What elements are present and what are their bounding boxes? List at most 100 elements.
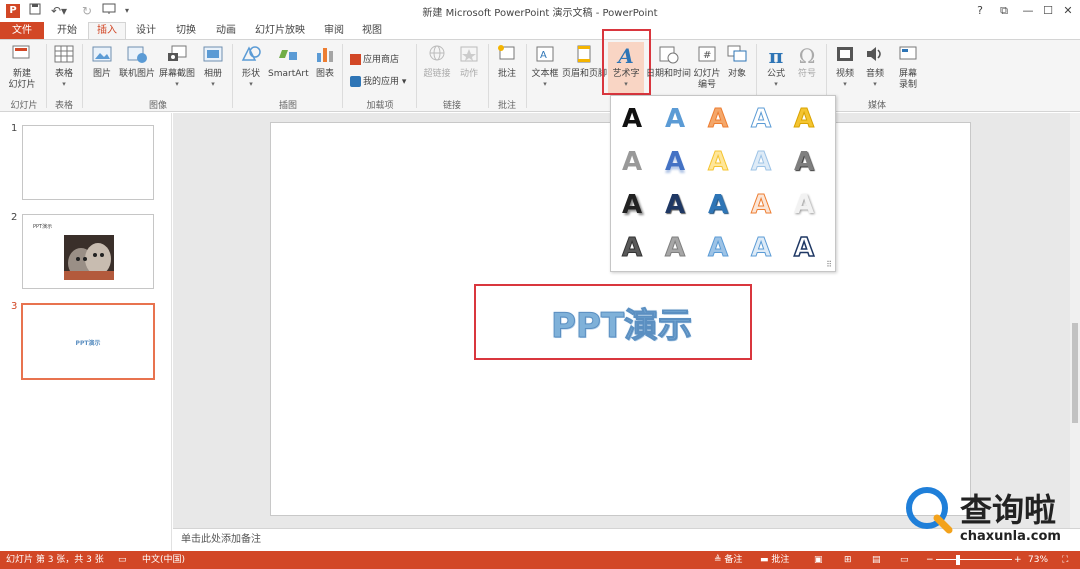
wordart-style-7[interactable]: A <box>660 147 690 177</box>
svg-text:A: A <box>540 50 547 61</box>
slide-thumbnail-3[interactable]: PPT演示 <box>21 303 155 380</box>
app-store-button[interactable]: 应用商店 <box>350 52 399 65</box>
wordart-style-3[interactable]: A <box>703 104 733 135</box>
zoom-slider-thumb[interactable] <box>956 555 960 565</box>
group-label-media: 媒体 <box>867 101 886 111</box>
divider <box>526 44 527 108</box>
screen-recording-button[interactable]: 屏幕 录制 <box>894 44 922 91</box>
table-button[interactable]: 表格 ▾ <box>50 44 78 88</box>
wordart-style-15[interactable]: A <box>789 190 819 220</box>
scrollbar-thumb[interactable] <box>1072 323 1078 423</box>
slide-number-button[interactable]: # 幻灯片 编号 <box>692 44 722 91</box>
video-button[interactable]: 视频 ▾ <box>832 44 858 88</box>
wordart-style-5[interactable]: A <box>789 104 819 135</box>
reading-view-icon[interactable]: ▤ <box>872 551 881 569</box>
wordart-style-1[interactable]: A <box>617 104 647 134</box>
smartart-button[interactable]: SmartArt <box>268 44 309 80</box>
zoom-in-button[interactable]: + <box>1014 551 1022 569</box>
resize-grip-icon[interactable]: ⠿ <box>826 260 832 269</box>
spell-check-icon[interactable]: ▭ <box>118 551 127 569</box>
wordart-style-9[interactable]: A <box>746 147 776 178</box>
wordart-style-16[interactable]: A <box>617 233 647 264</box>
store-icon <box>350 54 361 65</box>
header-footer-button[interactable]: 页眉和页脚 <box>562 44 607 80</box>
divider <box>488 44 489 108</box>
wordart-style-18[interactable]: A <box>703 233 733 264</box>
wordart-style-6[interactable]: A <box>617 147 647 177</box>
new-slide-icon <box>11 44 33 66</box>
hyperlink-button[interactable]: 超链接 <box>422 44 452 80</box>
action-button[interactable]: 动作 <box>456 44 482 80</box>
wordart-text[interactable]: PPT演示 <box>550 298 692 347</box>
tab-animations[interactable]: 动画 <box>210 22 242 40</box>
chart-button[interactable]: 图表 <box>312 44 338 80</box>
ribbon-display-options-button[interactable]: ⧉ <box>994 2 1014 20</box>
vertical-scrollbar[interactable] <box>1070 113 1080 528</box>
slide-sorter-icon[interactable]: ⊞ <box>844 551 852 569</box>
slide-number: 2 <box>11 212 18 223</box>
my-apps-icon <box>350 76 361 87</box>
zoom-out-button[interactable]: − <box>926 551 934 569</box>
normal-view-icon[interactable]: ▣ <box>814 551 823 569</box>
title-bar: P ↶▾ ↻ ▾ 新建 Microsoft PowerPoint 演示文稿 - … <box>0 0 1080 22</box>
wordart-style-19[interactable]: A <box>746 233 776 264</box>
zoom-slider[interactable] <box>936 559 1012 560</box>
wordart-style-2[interactable]: A <box>660 104 690 134</box>
wordart-style-20[interactable]: A <box>789 232 819 264</box>
shapes-button[interactable]: 形状 ▾ <box>238 44 264 88</box>
wordart-style-17[interactable]: A <box>660 233 690 264</box>
wordart-gallery: A A A A A A A A A A A A A A A A A A A A … <box>610 95 836 272</box>
tab-review[interactable]: 审阅 <box>318 22 350 40</box>
tab-view[interactable]: 视图 <box>356 22 388 40</box>
notes-toggle-button[interactable]: ≜ 备注 <box>714 551 742 569</box>
close-button[interactable]: ✕ <box>1058 2 1078 20</box>
group-label-comments: 批注 <box>497 101 516 111</box>
tab-home[interactable]: 开始 <box>50 22 84 40</box>
online-picture-button[interactable]: 联机图片 <box>118 44 156 80</box>
language-status[interactable]: 中文(中国) <box>142 551 185 569</box>
wordart-style-8[interactable]: A <box>703 147 733 178</box>
tab-transitions[interactable]: 切换 <box>170 22 202 40</box>
picture-button[interactable]: 图片 <box>88 44 116 80</box>
watermark-url: chaxunla.com <box>960 529 1061 544</box>
slideshow-view-icon[interactable]: ▭ <box>900 551 909 569</box>
watermark-brand: 查询啦 <box>960 491 1057 529</box>
equation-button[interactable]: π 公式 ▾ <box>762 44 790 88</box>
help-button[interactable]: ? <box>970 2 990 20</box>
screenshot-button[interactable]: 屏幕截图 ▾ <box>158 44 196 88</box>
tab-insert[interactable]: 插入 <box>88 22 126 40</box>
wordart-style-14[interactable]: A <box>746 190 776 221</box>
slide-thumbnail-1[interactable] <box>22 125 154 200</box>
slide-thumbnail-2[interactable]: PPT演示 <box>22 214 154 289</box>
wordart-style-11[interactable]: A <box>617 190 647 220</box>
tab-file[interactable]: 文件 <box>0 22 44 40</box>
comments-toggle-button[interactable]: ▬ 批注 <box>760 551 789 569</box>
divider <box>82 44 83 108</box>
date-time-button[interactable]: 日期和时间 <box>646 44 691 80</box>
tab-slideshow[interactable]: 幻灯片放映 <box>250 22 310 40</box>
my-apps-button[interactable]: 我的应用 ▾ <box>350 74 406 87</box>
wordart-style-13[interactable]: A <box>703 190 733 220</box>
symbol-button[interactable]: Ω 符号 <box>794 44 820 80</box>
zoom-level[interactable]: 73% <box>1028 551 1048 569</box>
object-icon <box>726 44 748 66</box>
wordart-style-10[interactable]: A <box>789 147 819 177</box>
ribbon: 新建 幻灯片 幻灯片 表格 ▾ 表格 图片 联机图片 屏幕截图 ▾ 相册 ▾ 图… <box>0 29 1080 112</box>
object-button[interactable]: 对象 <box>724 44 750 80</box>
wordart-style-12[interactable]: A <box>660 190 690 220</box>
group-label-images: 图像 <box>148 101 167 111</box>
audio-button[interactable]: 音频 ▾ <box>862 44 888 88</box>
watermark: 查询啦 chaxunla.com <box>902 483 1078 549</box>
photo-album-button[interactable]: 相册 ▾ <box>200 44 226 88</box>
svg-text:#: # <box>703 50 711 61</box>
textbox-button[interactable]: A 文本框 ▾ <box>530 44 560 88</box>
tab-design[interactable]: 设计 <box>130 22 162 40</box>
maximize-button[interactable]: ☐ <box>1038 2 1058 20</box>
comment-button[interactable]: 批注 <box>494 44 520 80</box>
new-slide-button[interactable]: 新建 幻灯片 <box>4 44 40 91</box>
group-label-illustrations: 插图 <box>278 101 297 111</box>
wordart-style-4[interactable]: A <box>746 104 776 135</box>
minimize-button[interactable]: — <box>1018 2 1038 20</box>
fit-slide-icon[interactable]: ⛶ <box>1062 551 1068 569</box>
slide-number: 3 <box>11 301 18 312</box>
